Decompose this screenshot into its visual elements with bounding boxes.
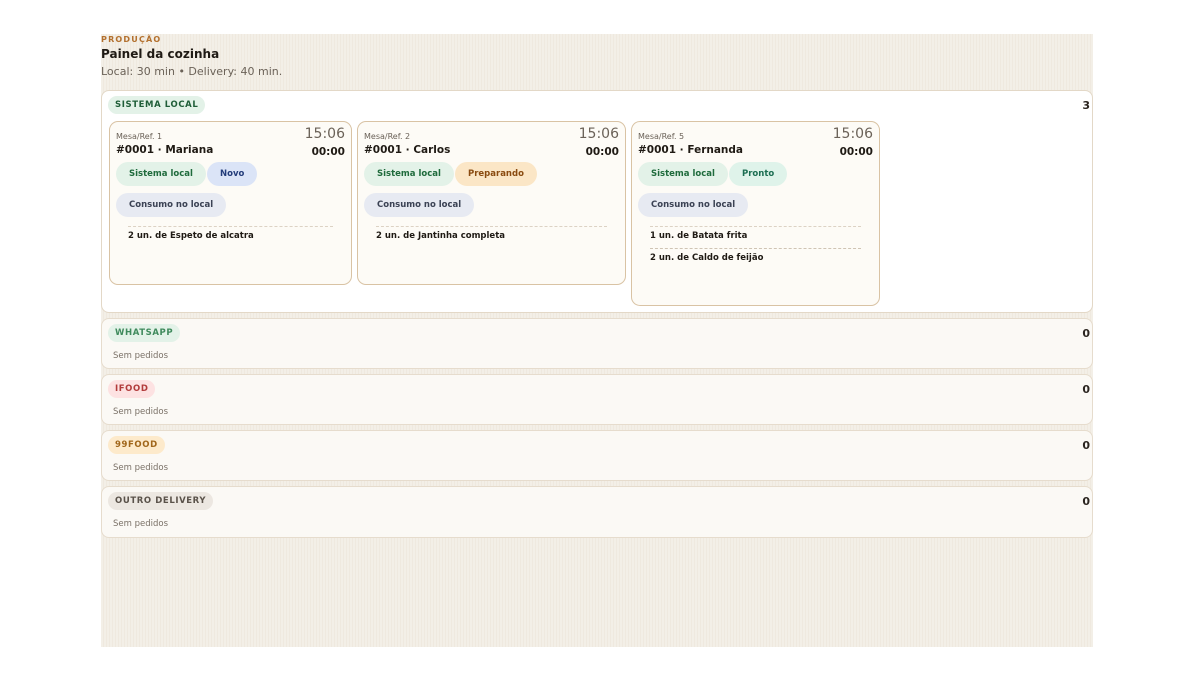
page-title: Painel da cozinha (101, 47, 220, 61)
order-title: #0001 · Fernanda (638, 144, 744, 156)
empty-state: Sem pedidos (113, 351, 169, 361)
channel-badge: Sistema local (116, 162, 206, 186)
order-items: 1 un. de Batata frita 2 un. de Caldo de … (650, 226, 861, 269)
order-card[interactable]: Mesa/Ref. 1 15:06 #0001 · Mariana 00:00 … (109, 121, 352, 285)
status-button[interactable]: Pronto (729, 162, 788, 186)
section-outro-delivery: OUTRO DELIVERY 0 Sem pedidos (101, 486, 1093, 538)
order-card[interactable]: Mesa/Ref. 5 15:06 #0001 · Fernanda 00:00… (631, 121, 880, 306)
status-button[interactable]: Novo (207, 162, 258, 186)
section-label: WHATSAPP (108, 324, 181, 342)
service-mode-badge: Consumo no local (364, 193, 475, 217)
order-ref: Mesa/Ref. 2 (364, 132, 411, 141)
service-mode-badge: Consumo no local (116, 193, 227, 217)
empty-state: Sem pedidos (113, 407, 169, 417)
order-elapsed: 00:00 (585, 146, 619, 158)
section-label: SISTEMA LOCAL (108, 96, 206, 114)
service-mode-badge: Consumo no local (638, 193, 749, 217)
section-label: OUTRO DELIVERY (108, 492, 214, 510)
section-count: 0 (1082, 495, 1090, 508)
empty-state: Sem pedidos (113, 519, 169, 529)
channel-badge: Sistema local (364, 162, 454, 186)
order-card[interactable]: Mesa/Ref. 2 15:06 #0001 · Carlos 00:00 S… (357, 121, 626, 285)
order-item: 1 un. de Batata frita (650, 231, 748, 241)
page-eyebrow: PRODUÇÃO (101, 35, 162, 44)
order-title: #0001 · Carlos (364, 144, 451, 156)
order-item: 2 un. de Espeto de alcatra (128, 231, 254, 241)
order-item: 2 un. de Jantinha completa (376, 231, 505, 241)
section-sistema-local: SISTEMA LOCAL 3 Mesa/Ref. 1 15:06 #0001 … (101, 90, 1093, 313)
page-subtitle: Local: 30 min • Delivery: 40 min. (101, 65, 283, 78)
section-ifood: IFOOD 0 Sem pedidos (101, 374, 1093, 425)
channel-badge: Sistema local (638, 162, 728, 186)
section-count: 0 (1082, 383, 1090, 396)
order-elapsed: 00:00 (839, 146, 873, 158)
order-time: 15:06 (832, 126, 873, 142)
section-count: 0 (1082, 439, 1090, 452)
order-ref: Mesa/Ref. 1 (116, 132, 163, 141)
section-count: 3 (1082, 99, 1090, 112)
order-ref: Mesa/Ref. 5 (638, 132, 685, 141)
section-99food: 99FOOD 0 Sem pedidos (101, 430, 1093, 481)
order-elapsed: 00:00 (311, 146, 345, 158)
section-label: 99FOOD (108, 436, 165, 454)
order-items: 2 un. de Espeto de alcatra (128, 226, 333, 248)
section-count: 0 (1082, 327, 1090, 340)
order-time: 15:06 (304, 126, 345, 142)
status-button[interactable]: Preparando (455, 162, 537, 186)
section-whatsapp: WHATSAPP 0 Sem pedidos (101, 318, 1093, 369)
empty-state: Sem pedidos (113, 463, 169, 473)
order-items: 2 un. de Jantinha completa (376, 226, 607, 248)
section-label: IFOOD (108, 380, 156, 398)
order-item: 2 un. de Caldo de feijão (650, 248, 861, 269)
order-time: 15:06 (578, 126, 619, 142)
order-title: #0001 · Mariana (116, 144, 214, 156)
